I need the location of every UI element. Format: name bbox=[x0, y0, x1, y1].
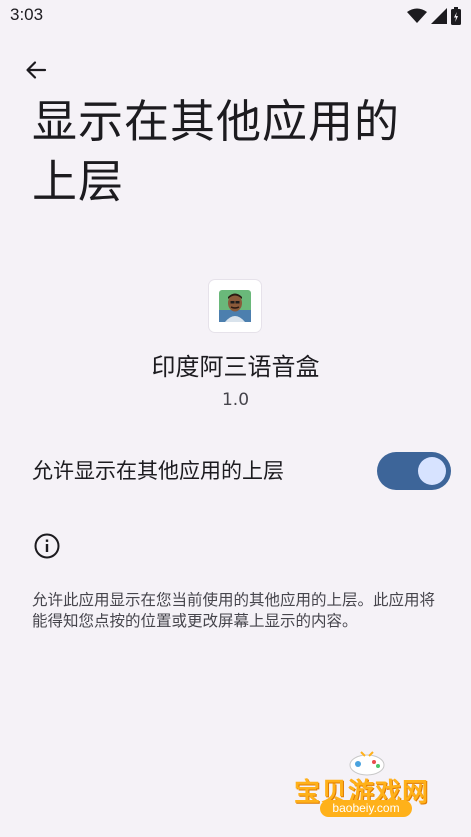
status-icons bbox=[407, 6, 461, 26]
switch-thumb bbox=[418, 457, 446, 485]
app-version: 1.0 bbox=[221, 390, 250, 410]
permission-label: 允许显示在其他应用的上层 bbox=[32, 459, 284, 483]
status-bar: 3:03 bbox=[0, 0, 471, 32]
info-icon bbox=[34, 533, 60, 559]
signal-icon bbox=[431, 8, 447, 24]
battery-icon bbox=[451, 7, 461, 25]
back-button[interactable] bbox=[18, 52, 54, 88]
permission-description: 允许此应用显示在您当前使用的其他应用的上层。此应用将能得知您点按的位置或更改屏幕… bbox=[32, 591, 436, 630]
watermark: 宝贝游戏网 baobeiy.com bbox=[292, 750, 442, 830]
app-icon bbox=[209, 280, 261, 332]
app-avatar-icon bbox=[219, 290, 251, 322]
status-time: 3:03 bbox=[10, 5, 44, 24]
wifi-icon bbox=[407, 8, 427, 23]
page-title: 显示在其他应用的上层 bbox=[32, 95, 401, 208]
permission-switch[interactable] bbox=[377, 452, 451, 490]
app-name: 印度阿三语音盒 bbox=[151, 353, 320, 381]
arrow-back-icon bbox=[26, 61, 47, 79]
watermark-url: baobeiy.com bbox=[320, 800, 412, 817]
permission-toggle-row[interactable]: 允许显示在其他应用的上层 bbox=[0, 446, 471, 496]
